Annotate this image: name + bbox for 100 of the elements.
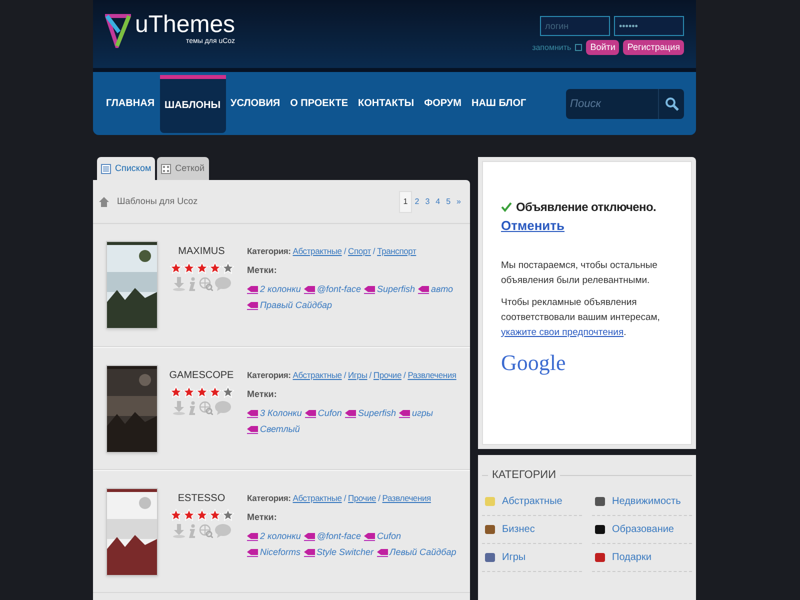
- globe-icon[interactable]: [198, 277, 212, 291]
- logo-text: uThemes: [135, 12, 236, 37]
- tag-link[interactable]: Cufon: [304, 407, 342, 421]
- download-icon[interactable]: [172, 277, 184, 291]
- globe-icon[interactable]: [198, 524, 212, 538]
- password-field[interactable]: ••••••: [614, 16, 684, 36]
- page-link[interactable]: 1: [399, 190, 412, 212]
- category-item[interactable]: Бизнес: [482, 516, 582, 544]
- tag-icon: [247, 410, 258, 418]
- speech-bubble-icon[interactable]: [214, 277, 230, 291]
- star-icon: [196, 262, 208, 274]
- nav-link[interactable]: О ПРОЕКТЕ: [285, 96, 353, 111]
- speech-bubble-icon[interactable]: [214, 401, 230, 415]
- category-link[interactable]: Абстрактные: [292, 245, 342, 258]
- google-logo: Google: [501, 348, 566, 377]
- category-icon: [594, 523, 606, 535]
- page-link[interactable]: 3: [422, 192, 433, 212]
- tag-icon: [364, 533, 376, 541]
- view-tab[interactable]: Списком: [97, 157, 156, 180]
- tag-link[interactable]: 2 колонки: [247, 530, 301, 544]
- nav-link[interactable]: ШАБЛОНЫ: [160, 74, 226, 132]
- ad-title: Объявление отключено.: [516, 199, 656, 216]
- page-link[interactable]: 4: [432, 192, 444, 212]
- search-button[interactable]: [658, 88, 684, 118]
- separator: /: [378, 492, 380, 505]
- tag-link[interactable]: Правый Сайдбар: [247, 298, 332, 312]
- tag-icon: [247, 533, 258, 541]
- category-link[interactable]: Абстрактные: [292, 492, 342, 505]
- nav-link[interactable]: ФОРУМ: [419, 96, 466, 111]
- tag-link[interactable]: Левый Сайдбар: [376, 546, 456, 560]
- tag-icon: [304, 548, 315, 556]
- tag-link[interactable]: Cufon: [364, 530, 402, 544]
- category-icon: [594, 551, 606, 563]
- category-link[interactable]: Прочие: [348, 492, 376, 505]
- star-icon: [182, 509, 194, 521]
- register-button[interactable]: Регистрация: [623, 40, 684, 55]
- tag-link[interactable]: 2 колонки: [247, 283, 301, 297]
- tag-link[interactable]: Style Switcher: [304, 546, 374, 560]
- login-field[interactable]: логин: [540, 16, 610, 36]
- star-icon: [208, 262, 220, 274]
- remember-label: запомнить: [532, 42, 572, 54]
- tag-link[interactable]: @font-face: [304, 283, 362, 297]
- page-link[interactable]: 2: [412, 192, 422, 212]
- speech-bubble-icon[interactable]: [214, 524, 230, 538]
- tags-label: Метки:: [247, 264, 278, 277]
- nav-link[interactable]: КОНТАКТЫ: [353, 96, 420, 111]
- tag-link[interactable]: авто: [418, 283, 454, 297]
- tag-link[interactable]: Niceforms: [247, 546, 301, 560]
- tag-link[interactable]: Superfish: [364, 283, 416, 297]
- nav-link[interactable]: ГЛАВНАЯ: [101, 96, 160, 111]
- nav-link[interactable]: НАШ БЛОГ: [466, 96, 532, 111]
- category-link[interactable]: Развлечения: [382, 492, 431, 505]
- category-link[interactable]: Прочие: [373, 369, 402, 382]
- login-button[interactable]: Войти: [586, 40, 620, 55]
- tag-icon: [304, 286, 315, 294]
- category-item[interactable]: Образование: [592, 516, 692, 544]
- category-item[interactable]: Недвижимость: [592, 488, 692, 516]
- page-link[interactable]: »: [454, 192, 464, 212]
- download-icon[interactable]: [172, 524, 184, 538]
- category-link[interactable]: Развлечения: [408, 369, 456, 382]
- tag-icon: [344, 410, 356, 418]
- info-icon[interactable]: [186, 401, 196, 415]
- star-icon: [222, 262, 234, 274]
- list-icon: [101, 164, 111, 174]
- undo-link[interactable]: Отменить: [501, 216, 683, 236]
- category-item[interactable]: Абстрактные: [482, 488, 582, 516]
- info-icon[interactable]: [186, 277, 196, 291]
- preferences-link[interactable]: укажите свои предпочтения: [501, 326, 624, 338]
- category-item[interactable]: Подарки: [592, 544, 692, 572]
- tag-link[interactable]: @font-face: [304, 530, 362, 544]
- category-link[interactable]: Спорт: [348, 245, 371, 258]
- category-icon: [484, 523, 496, 535]
- categories-title: КАТЕГОРИИ: [492, 468, 556, 483]
- tag-link[interactable]: Superfish: [344, 407, 396, 421]
- ad-text: Чтобы рекламные объявления соответствовали вашим интересам, укажите свои предпочтения.: [501, 296, 661, 340]
- separator: /: [404, 369, 406, 382]
- search-field[interactable]: Поиск: [566, 88, 658, 118]
- category-link[interactable]: Транспорт: [377, 245, 416, 258]
- tag-icon: [247, 302, 258, 310]
- tag-link[interactable]: игры: [398, 407, 434, 421]
- remember-checkbox[interactable]: [575, 44, 582, 51]
- tag-link[interactable]: 3 Колонки: [247, 407, 302, 421]
- star-icon: [170, 262, 182, 274]
- category-label: Категория:: [247, 245, 291, 258]
- category-icon: [484, 551, 496, 563]
- info-icon[interactable]: [186, 524, 196, 538]
- tag-icon: [376, 548, 388, 556]
- view-tab[interactable]: Сеткой: [157, 157, 209, 180]
- category-link[interactable]: Игры: [348, 369, 368, 382]
- star-icon: [222, 509, 234, 521]
- category-link[interactable]: Абстрактные: [292, 369, 342, 382]
- nav-link[interactable]: УСЛОВИЯ: [226, 96, 286, 111]
- page-link[interactable]: 5: [443, 192, 454, 212]
- category-item[interactable]: Игры: [482, 544, 582, 572]
- home-icon[interactable]: [99, 196, 109, 206]
- globe-icon[interactable]: [198, 401, 212, 415]
- tag-link[interactable]: Светлый: [247, 422, 300, 436]
- download-icon[interactable]: [172, 401, 184, 415]
- separator: /: [344, 245, 346, 258]
- tag-icon: [247, 286, 258, 294]
